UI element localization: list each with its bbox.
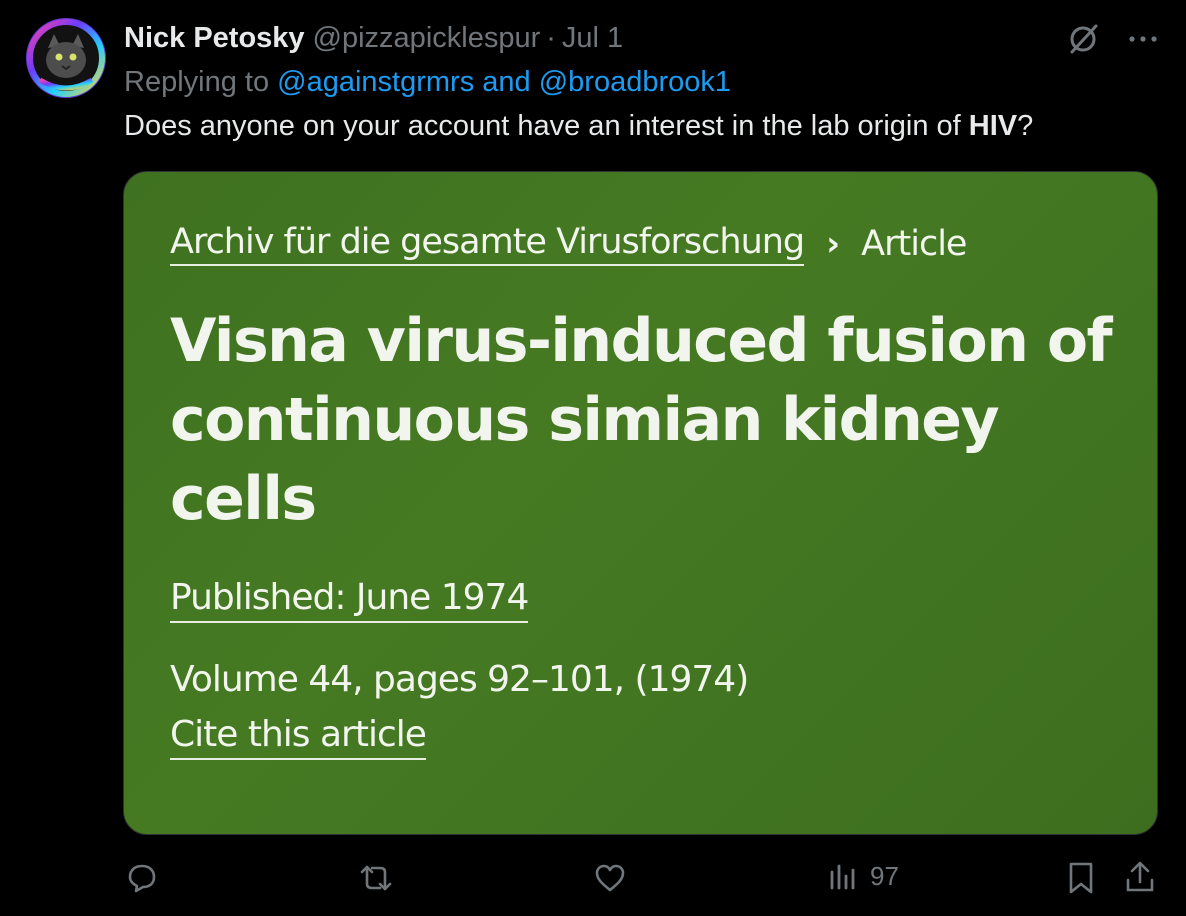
mention-link[interactable]: @againstgrmrs	[277, 66, 474, 98]
replying-to: Replying to @againstgrmrs and @broadbroo…	[124, 66, 731, 99]
tweet-text-before: Does anyone on your account have an inte…	[124, 110, 969, 142]
reply-icon	[128, 864, 156, 893]
views-button[interactable]: 97	[828, 860, 899, 892]
bookmark-icon	[1069, 862, 1093, 894]
replying-conjunction: and	[482, 66, 531, 98]
header-separator: ·	[546, 22, 556, 54]
tweet-date[interactable]: Jul 1	[562, 22, 623, 55]
breadcrumb-current: Article	[861, 224, 967, 264]
article-screenshot: Archiv für die gesamte Virusforschung › …	[170, 222, 1127, 760]
tweet[interactable]: Nick Petosky @pizzapicklespur · Jul 1 Re…	[0, 0, 1186, 916]
share-button[interactable]	[1124, 860, 1156, 896]
article-cite: Cite this article	[170, 714, 427, 760]
share-icon	[1126, 861, 1154, 892]
article-published: Published: June 1974	[170, 577, 529, 623]
retweet-icon	[360, 865, 392, 891]
analytics-icon	[830, 864, 855, 890]
breadcrumb-journal: Archiv für die gesamte Virusforschung	[170, 222, 805, 266]
avatar-image	[27, 19, 105, 97]
author-name[interactable]: Nick Petosky	[124, 22, 305, 55]
mention-link[interactable]: @broadbrook1	[539, 66, 731, 98]
retweet-button[interactable]	[356, 860, 396, 896]
tweet-text-bold: HIV	[968, 110, 1018, 142]
more-icon[interactable]	[1128, 34, 1158, 44]
bookmark-button[interactable]	[1066, 860, 1096, 896]
link-card[interactable]: Archiv für die gesamte Virusforschung › …	[123, 171, 1158, 835]
article-title: Visna virus-induced fusion of continuous…	[170, 306, 1113, 534]
author-handle[interactable]: @pizzapicklespur	[313, 22, 541, 55]
reply-button[interactable]	[124, 860, 160, 896]
views-count: 97	[870, 860, 899, 891]
tweet-text: Does anyone on your account have an inte…	[124, 110, 1033, 143]
like-button[interactable]	[592, 860, 628, 896]
tweet-header: Nick Petosky @pizzapicklespur · Jul 1	[124, 22, 623, 58]
tweet-actions: 97	[124, 860, 1160, 900]
tweet-text-after: ?	[1017, 110, 1034, 142]
slash-circle-icon[interactable]	[1066, 22, 1100, 56]
breadcrumb-chevron-icon: ›	[826, 224, 840, 264]
replying-prefix: Replying to	[124, 66, 270, 98]
article-volume: Volume 44, pages 92–101, (1974)	[170, 659, 749, 700]
avatar[interactable]	[26, 18, 106, 98]
breadcrumb: Archiv für die gesamte Virusforschung › …	[170, 222, 1127, 266]
tweet-top-actions	[1066, 22, 1158, 56]
heart-icon	[595, 864, 625, 892]
